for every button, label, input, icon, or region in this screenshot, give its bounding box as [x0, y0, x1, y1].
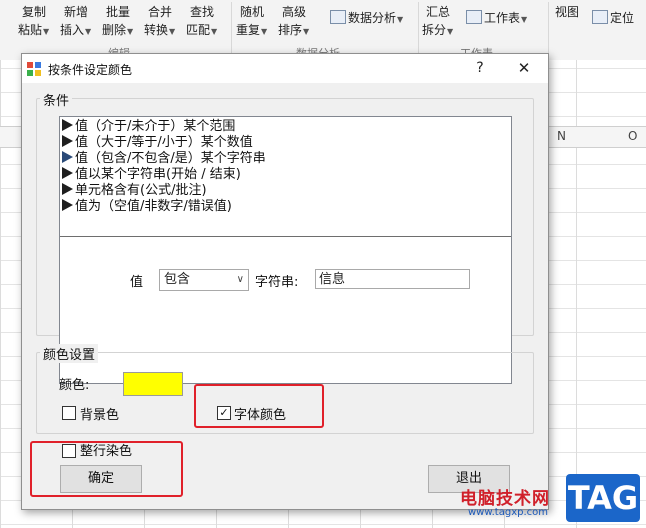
triangle-right-icon [62, 199, 73, 211]
insert-button[interactable]: 插入▼ [60, 22, 91, 40]
string-input[interactable]: 信息 [315, 269, 470, 289]
match-button[interactable]: 匹配▼ [186, 22, 217, 40]
condition-label: 值为（空值/非数字/错误值) [75, 199, 232, 214]
dialog-titlebar[interactable]: 按条件设定颜色 ? ✕ [22, 54, 548, 83]
color-label: 颜色: [59, 378, 90, 393]
column-header-n[interactable]: N [557, 129, 566, 143]
batch-button[interactable]: 批量 [106, 4, 130, 20]
color-settings-group-label: 颜色设置 [40, 344, 99, 363]
chevron-down-icon: ▼ [261, 27, 268, 36]
condition-label: 值（介于/未介于）某个范围 [75, 119, 236, 134]
convert-button[interactable]: 转换▼ [144, 22, 175, 40]
condition-label: 值以某个字符串(开始 / 结束) [75, 167, 241, 182]
paste-label: 粘贴 [18, 23, 43, 37]
chevron-down-icon: ▼ [521, 15, 528, 24]
repeat-label: 重复 [236, 23, 261, 37]
close-button[interactable]: ✕ [512, 58, 536, 78]
chevron-down-icon: ∨ [236, 274, 244, 285]
highlight-box-font-color [194, 384, 324, 428]
condition-divider [60, 236, 511, 237]
worksheet-icon [466, 10, 482, 24]
merge-button[interactable]: 合并 [148, 4, 172, 20]
bg-color-label: 背景色 [80, 408, 120, 423]
data-analysis-button[interactable]: 数据分析▼ [330, 10, 403, 28]
locate-icon [592, 10, 608, 24]
ribbon: 复制 粘贴▼ 新增 插入▼ 批量 删除▼ 合并 转换▼ 查找 匹配▼ 编辑 随机… [0, 0, 646, 61]
split-button[interactable]: 拆分▼ [422, 22, 453, 40]
triangle-right-icon [62, 119, 73, 131]
condition-label: 值（大于/等于/小于）某个数值 [75, 135, 253, 150]
value-label: 值 [130, 275, 144, 290]
insert-label: 插入 [60, 23, 85, 37]
chevron-down-icon: ▼ [303, 27, 310, 36]
app-icon [27, 62, 41, 76]
condition-label: 单元格含有(公式/批注) [75, 183, 207, 198]
ribbon-separator [418, 2, 419, 56]
chevron-down-icon: ▼ [447, 27, 454, 36]
condition-item-contains[interactable]: 值（包含/不包含/是）某个字符串 [62, 151, 266, 167]
chevron-down-icon: ▼ [127, 27, 134, 36]
string-label: 字符串: [255, 275, 299, 290]
column-header-o[interactable]: O [628, 129, 637, 143]
watermark-url: www.tagxp.com [468, 507, 548, 518]
triangle-right-icon [62, 183, 73, 195]
chevron-down-icon: ▼ [85, 27, 92, 36]
copy-button[interactable]: 复制 [22, 4, 46, 20]
condition-group-label: 条件 [40, 90, 73, 109]
condition-panel: 值（介于/未介于）某个范围 值（大于/等于/小于）某个数值 值（包含/不包含/是… [59, 116, 512, 384]
condition-item-compare[interactable]: 值（大于/等于/小于）某个数值 [62, 135, 253, 151]
highlight-box-ok [30, 441, 183, 497]
delete-button[interactable]: 删除▼ [102, 22, 133, 40]
watermark-site-name: 电脑技术网 [460, 489, 550, 509]
paste-button[interactable]: 粘贴▼ [18, 22, 49, 40]
chevron-down-icon: ▼ [211, 27, 218, 36]
operator-select[interactable]: 包含 ∨ [159, 269, 249, 291]
triangle-right-icon [62, 167, 73, 179]
watermark-logo: TAG [566, 474, 640, 522]
view-button[interactable]: 视图 [555, 4, 579, 20]
ribbon-separator [548, 2, 549, 56]
chevron-down-icon: ▼ [169, 27, 176, 36]
condition-label: 值（包含/不包含/是）某个字符串 [75, 151, 266, 166]
sort-label: 排序 [278, 23, 303, 37]
add-button[interactable]: 新增 [64, 4, 88, 20]
dialog-title: 按条件设定颜色 [48, 63, 133, 77]
random-button[interactable]: 随机 [240, 4, 264, 20]
worksheet-label: 工作表 [484, 11, 521, 25]
condition-item-empty-error[interactable]: 值为（空值/非数字/错误值) [62, 199, 232, 215]
match-label: 匹配 [186, 23, 211, 37]
advanced-button[interactable]: 高级 [282, 4, 306, 20]
color-swatch[interactable] [123, 372, 183, 396]
analysis-icon [330, 10, 346, 24]
ribbon-separator [231, 2, 232, 56]
triangle-right-icon [62, 151, 73, 163]
condition-item-formula-comment[interactable]: 单元格含有(公式/批注) [62, 183, 207, 199]
repeat-button[interactable]: 重复▼ [236, 22, 267, 40]
locate-button[interactable]: 定位 [592, 10, 634, 26]
data-analysis-label: 数据分析 [348, 11, 397, 25]
find-button[interactable]: 查找 [190, 4, 214, 20]
chevron-down-icon: ▼ [397, 15, 404, 24]
worksheet-button[interactable]: 工作表▼ [466, 10, 527, 28]
condition-item-starts-ends[interactable]: 值以某个字符串(开始 / 结束) [62, 167, 241, 183]
help-button[interactable]: ? [470, 58, 490, 78]
condition-item-between[interactable]: 值（介于/未介于）某个范围 [62, 119, 235, 135]
triangle-right-icon [62, 135, 73, 147]
operator-value: 包含 [164, 272, 191, 287]
delete-label: 删除 [102, 23, 127, 37]
locate-label: 定位 [610, 11, 635, 25]
convert-label: 转换 [144, 23, 169, 37]
chevron-down-icon: ▼ [43, 27, 50, 36]
summary-button[interactable]: 汇总 [426, 4, 450, 20]
bg-color-checkbox[interactable] [62, 406, 76, 420]
sort-button[interactable]: 排序▼ [278, 22, 309, 40]
split-label: 拆分 [422, 23, 447, 37]
